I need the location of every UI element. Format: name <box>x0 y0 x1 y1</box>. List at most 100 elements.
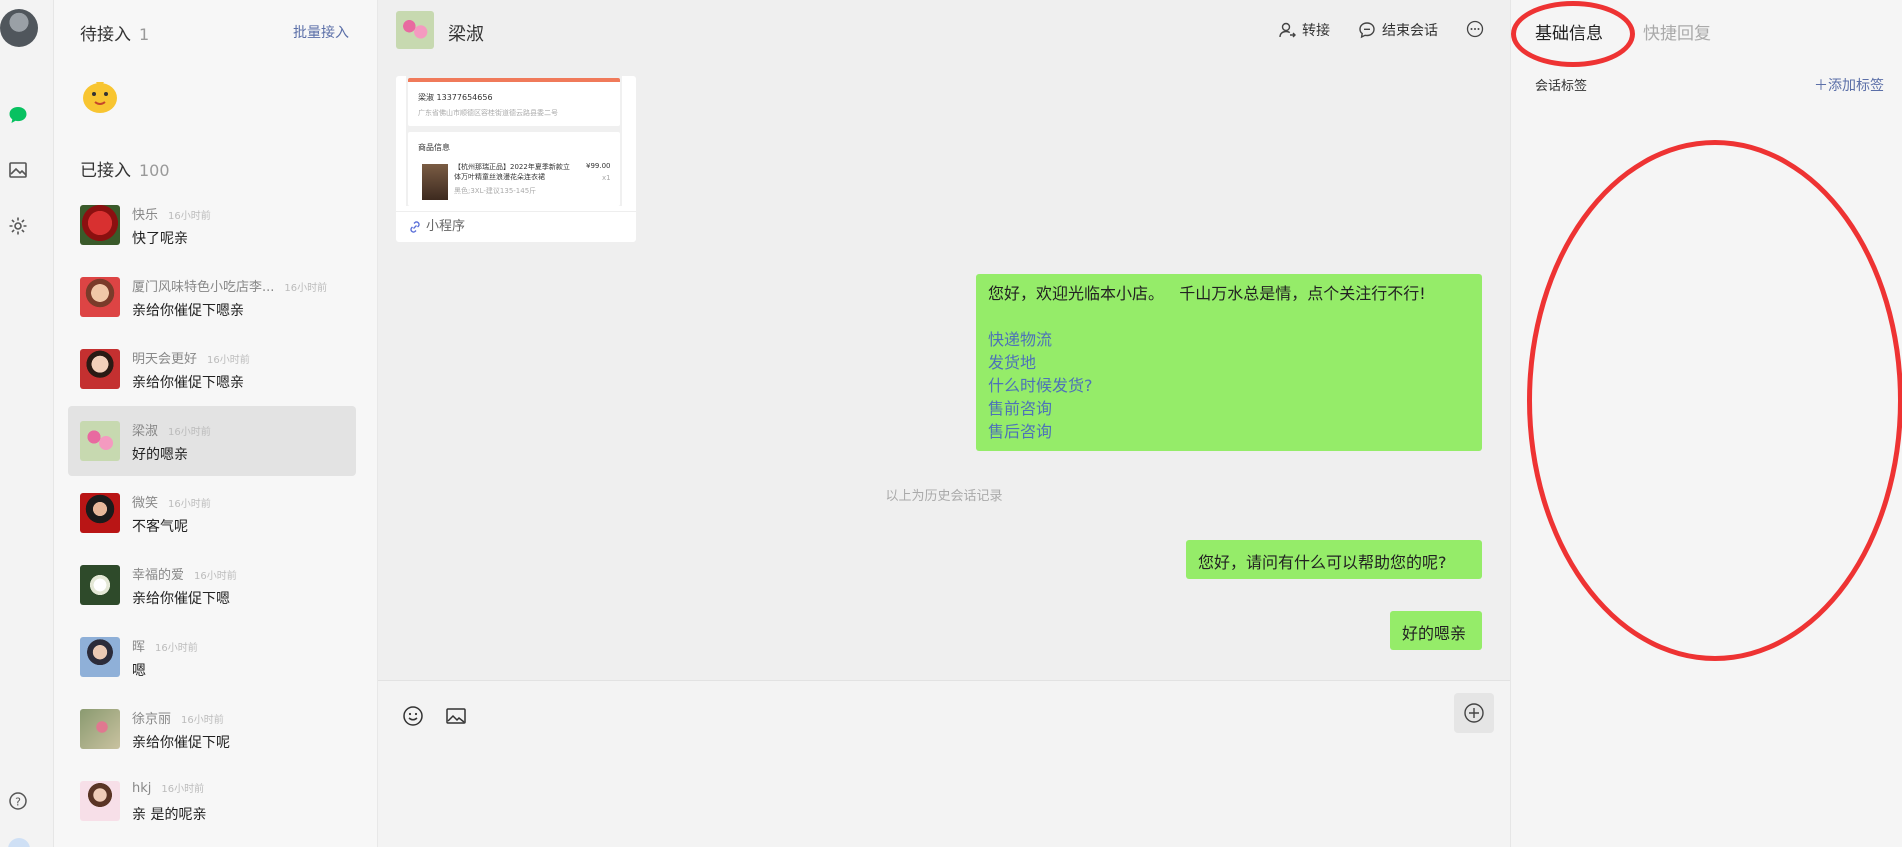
status-dot <box>8 838 30 847</box>
conversation-item[interactable]: 晖 16小时前 嗯 <box>68 622 356 692</box>
annotation-circle-panel <box>1527 140 1902 661</box>
batch-accept-button[interactable]: 批量接入 <box>293 22 349 42</box>
end-session-label: 结束会话 <box>1382 23 1438 39</box>
reply-message-bubble: 好的嗯亲 <box>1390 611 1482 650</box>
pending-section-title: 待接入 1 <box>80 20 149 45</box>
address-line: 广东省佛山市顺德区容桂街道德云路县委二号 <box>418 109 558 117</box>
greeting-message-bubble: 您好，请问有什么可以帮助您的呢? <box>1186 540 1482 579</box>
app-window: ? 待接入 1 批量接入 已接入 100 快乐 16小时前 快了呢亲 厦门风味特… <box>0 0 1902 847</box>
accepted-count: 100 <box>139 161 170 180</box>
conversation-item[interactable]: 徐京丽 16小时前 亲给你催促下呢 <box>68 694 356 764</box>
last-message: 亲给你催促下呢 <box>132 735 230 751</box>
more-options-button[interactable] <box>1466 20 1484 38</box>
history-divider: 以上为历史会话记录 <box>885 489 1003 504</box>
conversation-list: 待接入 1 批量接入 已接入 100 快乐 16小时前 快了呢亲 厦门风味特色小吃店李… <box>54 0 378 847</box>
contact-name: 快乐 16小时前 <box>132 208 211 223</box>
chat-panel: 梁淑 转接 结束会话 梁淑 13377654656 广东省佛山市顺德区容桂街道德… <box>378 0 1510 847</box>
card-footer: 小程序 <box>396 211 636 242</box>
goods-title: 商品信息 <box>418 143 450 152</box>
order-preview: 梁淑 13377654656 广东省佛山市顺德区容桂街道德云路县委二号 商品信息… <box>406 76 622 206</box>
contact-avatar[interactable] <box>396 11 434 49</box>
add-tag-button[interactable]: ＋添加标签 <box>1814 75 1884 95</box>
timestamp: 16小时前 <box>168 499 211 510</box>
quick-link-logistics[interactable]: 快递物流 <box>988 328 1470 351</box>
plus-circle-icon <box>1464 703 1484 723</box>
timestamp: 16小时前 <box>168 427 211 438</box>
address-block: 梁淑 13377654656 广东省佛山市顺德区容桂街道德云路县委二号 <box>408 78 620 126</box>
last-message: 亲给你催促下嗯亲 <box>132 303 244 319</box>
last-message: 好的嗯亲 <box>132 447 188 463</box>
avatar <box>80 781 120 821</box>
contact-name: 徐京丽 16小时前 <box>132 712 224 727</box>
end-chat-icon <box>1359 22 1375 39</box>
pending-count: 1 <box>139 25 150 44</box>
add-tag-label: 添加标签 <box>1828 78 1884 94</box>
conversation-item[interactable]: 快乐 16小时前 快了呢亲 <box>68 190 356 260</box>
end-session-button[interactable]: 结束会话 <box>1358 20 1438 40</box>
recipient-line: 梁淑 13377654656 <box>418 93 493 102</box>
timestamp: 16小时前 <box>284 283 328 294</box>
quick-link-presale[interactable]: 售前咨询 <box>988 397 1470 420</box>
image-gallery-icon[interactable] <box>7 159 29 181</box>
avatar <box>80 421 120 461</box>
avatar <box>80 205 120 245</box>
chat-header: 梁淑 转接 结束会话 <box>378 0 1510 62</box>
quick-link-aftersale[interactable]: 售后咨询 <box>988 420 1470 443</box>
quick-link-ship-time[interactable]: 什么时候发货? <box>988 374 1470 397</box>
help-icon[interactable]: ? <box>7 790 29 812</box>
accepted-section-title: 已接入 100 <box>80 156 170 181</box>
avatar <box>80 349 120 389</box>
nav-rail: ? <box>0 0 54 847</box>
transfer-label: 转接 <box>1302 23 1330 39</box>
last-message: 亲 是的呢亲 <box>132 807 207 823</box>
contact-name: 幸福的爱 16小时前 <box>132 568 237 583</box>
avatar <box>80 637 120 677</box>
product-spec: 黑色;3XL-建议135-145斤 <box>454 187 537 195</box>
conversation-item[interactable]: 微笑 16小时前 不客气呢 <box>68 478 356 548</box>
last-message: 快了呢亲 <box>132 231 188 247</box>
conversation-item[interactable]: 明天会更好 16小时前 亲给你催促下嗯亲 <box>68 334 356 404</box>
chat-bubble-icon[interactable] <box>7 104 29 126</box>
timestamp: 16小时前 <box>207 355 250 366</box>
contact-name: 梁淑 16小时前 <box>132 424 211 439</box>
transfer-button[interactable]: 转接 <box>1278 20 1330 40</box>
contact-name-title: 梁淑 <box>448 24 484 45</box>
contact-name: hkj 16小时前 <box>132 781 205 796</box>
accepted-title: 已接入 <box>80 161 131 181</box>
plus-icon: ＋ <box>1814 78 1828 94</box>
gear-icon[interactable] <box>7 215 29 237</box>
timestamp: 16小时前 <box>181 715 224 726</box>
contact-name: 厦门风味特色小吃店李... 16小时前 <box>132 280 328 295</box>
last-message: 亲给你催促下嗯亲 <box>132 375 244 391</box>
pending-customer-avatar[interactable] <box>78 72 122 116</box>
conversation-item[interactable]: hkj 16小时前 亲 是的呢亲 <box>68 766 356 836</box>
image-upload-button[interactable] <box>443 703 469 729</box>
more-icon <box>1466 20 1484 38</box>
conversation-item[interactable]: 幸福的爱 16小时前 亲给你催促下嗯 <box>68 550 356 620</box>
annotation-circle-tab <box>1511 1 1635 67</box>
timestamp: 16小时前 <box>155 643 198 654</box>
product-price: ¥99.00 <box>586 162 611 170</box>
emoji-button[interactable] <box>400 703 426 729</box>
timestamp: 16小时前 <box>168 211 211 222</box>
contact-name: 微笑 16小时前 <box>132 496 211 511</box>
user-avatar[interactable] <box>0 9 38 47</box>
welcome-text: 您好，欢迎光临本小店。 千山万水总是情，点个关注行不行! <box>988 284 1426 303</box>
conversation-item[interactable]: 厦门风味特色小吃店李... 16小时前 亲给你催促下嗯亲 <box>68 262 356 332</box>
quick-link-ship-from[interactable]: 发货地 <box>988 351 1470 374</box>
conversation-item-active[interactable]: 梁淑 16小时前 好的嗯亲 <box>68 406 356 476</box>
avatar <box>80 277 120 317</box>
product-thumbnail <box>422 164 448 200</box>
image-icon <box>446 708 466 724</box>
product-quantity: x1 <box>602 174 611 182</box>
more-tools-button[interactable] <box>1454 693 1494 733</box>
tab-quick-reply[interactable]: 快捷回复 <box>1643 19 1711 44</box>
product-description: 【杭州那瑞正品】2022年夏季新款立体万叶精童丝浪漫花朵连衣裙 <box>454 163 570 181</box>
mini-program-card[interactable]: 梁淑 13377654656 广东省佛山市顺德区容桂街道德云路县委二号 商品信息… <box>396 76 636 242</box>
message-composer[interactable] <box>378 680 1510 847</box>
welcome-message-bubble: 您好，欢迎光临本小店。 千山万水总是情，点个关注行不行! 快递物流 发货地 什么… <box>976 274 1482 451</box>
last-message: 不客气呢 <box>132 519 188 535</box>
timestamp: 16小时前 <box>194 571 237 582</box>
contact-name: 晖 16小时前 <box>132 640 198 655</box>
goods-block: 商品信息 【杭州那瑞正品】2022年夏季新款立体万叶精童丝浪漫花朵连衣裙 黑色;… <box>408 132 620 206</box>
